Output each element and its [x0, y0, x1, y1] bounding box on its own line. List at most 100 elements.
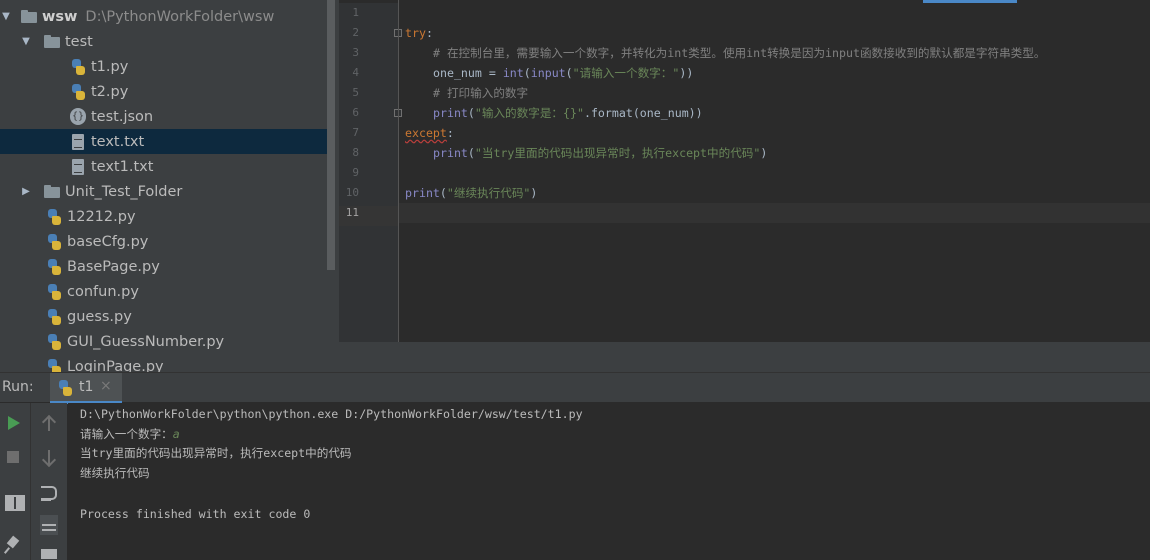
comment: # 在控制台里，需要输入一个数字，并转化为int类型。使用int转换是因为inp…	[433, 46, 1046, 60]
tree-item-test-json[interactable]: test.json	[0, 104, 327, 129]
builtin: input	[530, 66, 566, 80]
folder-icon	[20, 8, 38, 26]
folder-icon	[43, 33, 61, 51]
project-scrollbar[interactable]	[327, 0, 335, 270]
line-number: 1	[352, 6, 359, 19]
tree-item-label: Unit_Test_Folder	[65, 183, 183, 200]
tree-item-text-txt[interactable]: text.txt	[0, 129, 327, 154]
arrow-down-icon[interactable]	[37, 446, 61, 470]
code-line-4: one_num = int(input("请输入一个数字："))	[433, 63, 693, 83]
tree-item-basecfg-py[interactable]: baseCfg.py	[0, 229, 327, 254]
folder-icon	[43, 183, 61, 201]
text-file-icon	[69, 133, 87, 151]
rerun-icon[interactable]	[1, 411, 25, 435]
line-number-gutter: 1 2 3 4 5 6 7 8 9 10 11	[339, 3, 402, 342]
run-console[interactable]: D:\PythonWorkFolder\python\python.exe D:…	[68, 403, 1150, 560]
tree-root-path: D:\PythonWorkFolder\wsw	[85, 8, 275, 25]
code-line-10: print("继续执行代码")	[405, 183, 537, 203]
punctuation: ))	[679, 66, 694, 80]
code-line-6: print("输入的数字是：{}".format(one_num))	[433, 103, 703, 123]
line-number: 7	[352, 126, 359, 139]
run-toolbar-secondary	[30, 403, 67, 560]
builtin: print	[405, 186, 440, 200]
punctuation: (	[439, 186, 447, 200]
python-file-icon	[69, 58, 87, 76]
punctuation: (	[467, 146, 475, 160]
line-number: 3	[352, 46, 359, 59]
tree-item-confun-py[interactable]: confun.py	[0, 279, 327, 304]
tree-item-t1-py[interactable]: t1.py	[0, 54, 327, 79]
builtin: print	[433, 146, 468, 160]
python-file-icon	[45, 283, 63, 301]
line-number: 8	[352, 146, 359, 159]
arrow-up-icon[interactable]	[37, 412, 61, 436]
tree-item-label: baseCfg.py	[67, 233, 149, 250]
python-file-icon	[45, 258, 63, 276]
code-line-5: # 打印输入的数字	[433, 83, 528, 103]
run-label: Run:	[2, 379, 34, 395]
chevron-down-icon[interactable]: ▼	[0, 11, 12, 22]
code-editor[interactable]: 1 2 3 4 5 6 7 8 9 10 11 try: # 在控制台里，需要输…	[339, 0, 1150, 342]
tree-item-label: LoginPage.py	[67, 358, 164, 373]
scroll-to-end-icon[interactable]	[37, 513, 61, 537]
python-file-icon	[45, 233, 63, 251]
method-call: .format(one_num))	[583, 106, 703, 120]
pin-icon[interactable]	[1, 533, 25, 557]
string-literal: "当try里面的代码出现异常时，执行except中的代码"	[474, 146, 761, 160]
tree-item-label: test	[65, 33, 93, 50]
console-exit-line: Process finished with exit code 0	[80, 507, 311, 521]
string-literal: "输入的数字是：{}"	[474, 106, 584, 120]
print-icon[interactable]	[37, 539, 61, 560]
tree-item-loginpage-py[interactable]: LoginPage.py	[0, 354, 327, 372]
run-tab-t1[interactable]: t1 ×	[50, 373, 122, 404]
line-number: 4	[352, 66, 359, 79]
console-prompt-line: 请输入一个数字：a	[80, 424, 180, 444]
tree-item-label: guess.py	[67, 308, 132, 325]
tree-item-gui-guessnumber-py[interactable]: GUI_GuessNumber.py	[0, 329, 327, 354]
soft-wrap-icon[interactable]	[37, 481, 61, 505]
tree-item-unit-test-folder[interactable]: ▶ Unit_Test_Folder	[0, 179, 327, 204]
current-line-highlight	[399, 203, 1150, 223]
run-tool-window-header: Run: t1 ×	[0, 372, 1150, 404]
builtin: int	[502, 66, 524, 80]
stop-icon[interactable]	[1, 445, 25, 469]
tree-item-label: text.txt	[91, 133, 145, 150]
punctuation: :	[425, 26, 433, 40]
python-file-icon	[45, 358, 63, 372]
code-line-3: # 在控制台里，需要输入一个数字，并转化为int类型。使用int转换是因为inp…	[433, 43, 1045, 63]
tree-item-basepage-py[interactable]: BasePage.py	[0, 254, 327, 279]
punctuation: )	[760, 146, 768, 160]
tree-item-label: text1.txt	[91, 158, 154, 175]
tree-item-t2-py[interactable]: t2.py	[0, 79, 327, 104]
text-file-icon	[69, 158, 87, 176]
tree-item-label: t1.py	[91, 58, 129, 75]
run-toolbar-primary	[0, 403, 30, 560]
gutter-divider	[398, 0, 399, 342]
keyword: except	[405, 126, 447, 140]
python-file-icon	[45, 208, 63, 226]
python-file-icon	[45, 333, 63, 351]
python-file-icon	[56, 379, 74, 397]
run-tab-label: t1	[79, 379, 94, 395]
chevron-right-icon[interactable]: ▶	[20, 186, 32, 197]
active-tab-indicator	[923, 0, 1017, 3]
tree-item-guess-py[interactable]: guess.py	[0, 304, 327, 329]
tree-item-label: test.json	[91, 108, 154, 125]
console-output-line: 当try里面的代码出现异常时，执行except中的代码	[80, 446, 352, 460]
line-number: 9	[352, 166, 359, 179]
tree-item-test-folder[interactable]: ▼ test	[0, 29, 327, 54]
close-icon[interactable]: ×	[100, 378, 112, 394]
layout-icon[interactable]	[1, 489, 25, 513]
tree-root-label: wsw	[42, 8, 78, 25]
line-number: 10	[345, 186, 359, 199]
tree-item-12212-py[interactable]: 12212.py	[0, 204, 327, 229]
tree-item-root[interactable]: ▼ wsw D:\PythonWorkFolder\wsw	[0, 4, 327, 29]
chevron-down-icon[interactable]: ▼	[20, 36, 32, 47]
console-command-line: D:\PythonWorkFolder\python\python.exe D:…	[80, 407, 583, 421]
json-file-icon	[69, 107, 87, 126]
tree-item-text1-txt[interactable]: text1.txt	[0, 154, 327, 179]
string-literal: "请输入一个数字："	[572, 66, 680, 80]
keyword: try	[405, 26, 426, 40]
builtin: print	[433, 106, 468, 120]
punctuation: (	[523, 66, 531, 80]
